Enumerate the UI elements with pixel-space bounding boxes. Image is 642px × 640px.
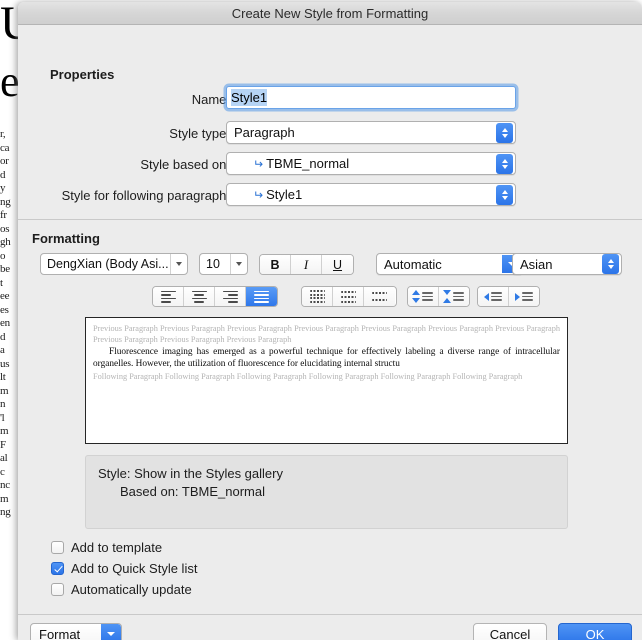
chevron-down-icon[interactable]: [230, 254, 247, 274]
add-to-template-row[interactable]: Add to template: [51, 540, 162, 555]
decrease-indent-button[interactable]: [478, 287, 509, 306]
style-name-value: Style1: [231, 89, 268, 106]
style-based-on-value: TBME_normal: [266, 156, 350, 171]
line-spacing-single-button[interactable]: [302, 287, 333, 306]
paragraph-spacing-group: [407, 286, 470, 307]
format-menu-button[interactable]: Format: [30, 623, 122, 640]
decrease-paragraph-spacing-icon: [412, 290, 434, 303]
paragraph-return-icon: ↵: [253, 156, 264, 171]
cancel-label: Cancel: [489, 626, 531, 640]
style-preview-box: Previous Paragraph Previous Paragraph Pr…: [85, 317, 568, 444]
properties-heading: Properties: [50, 67, 115, 82]
add-to-template-checkbox[interactable]: [51, 541, 64, 554]
align-right-button[interactable]: [215, 287, 246, 306]
style-name-input[interactable]: Style1: [226, 86, 516, 109]
style-following-select[interactable]: ↵ Style1: [226, 183, 516, 206]
chevron-updown-icon[interactable]: [496, 122, 513, 143]
automatically-update-row[interactable]: Automatically update: [51, 582, 192, 597]
line-spacing-1-5-icon: [340, 290, 356, 303]
dialog-titlebar: Create New Style from Formatting: [18, 2, 642, 25]
font-size-value: 10: [206, 257, 220, 271]
align-center-icon: [191, 290, 207, 303]
decrease-indent-icon: [483, 292, 502, 301]
font-size-select[interactable]: 10: [199, 253, 248, 275]
line-spacing-double-button[interactable]: [364, 287, 395, 306]
preview-following-paragraph: Following Paragraph Following Paragraph …: [93, 372, 523, 381]
add-to-template-label: Add to template: [71, 540, 163, 555]
name-label: Name:: [191, 92, 230, 107]
style-type-value: Paragraph: [234, 125, 295, 140]
style-type-select[interactable]: Paragraph: [226, 121, 516, 144]
add-to-quick-style-list-label: Add to Quick Style list: [71, 561, 198, 576]
style-following-value: Style1: [266, 187, 303, 202]
align-center-button[interactable]: [184, 287, 215, 306]
section-divider-1: [18, 219, 642, 220]
create-new-style-dialog: Create New Style from Formatting Propert…: [18, 2, 642, 640]
increase-indent-button[interactable]: [508, 287, 539, 306]
font-family-select[interactable]: DengXian (Body Asi...: [40, 253, 188, 275]
style-type-label: Style type:: [169, 126, 230, 141]
description-line-style: Style: Show in the Styles gallery: [98, 466, 283, 481]
script-type-select[interactable]: Asian: [512, 253, 622, 275]
paragraph-return-icon: ↵: [253, 187, 264, 202]
align-left-icon: [160, 290, 176, 303]
font-family-value: DengXian (Body Asi...: [47, 257, 169, 271]
style-description-box: Style: Show in the Styles gallery Based …: [85, 455, 568, 529]
preview-previous-paragraph: Previous Paragraph Previous Paragraph Pr…: [93, 324, 560, 344]
chevron-down-icon[interactable]: [170, 254, 187, 274]
dialog-body: Properties Name: Style1 Style type: Para…: [18, 25, 642, 640]
font-color-value: Automatic: [384, 256, 442, 272]
decrease-paragraph-spacing-button[interactable]: [408, 287, 439, 306]
increase-indent-icon: [514, 292, 533, 301]
ok-label: OK: [585, 626, 605, 640]
italic-button[interactable]: I: [291, 255, 322, 274]
line-spacing-1-5-button[interactable]: [333, 287, 364, 306]
line-spacing-single-icon: [309, 290, 325, 303]
script-type-value: Asian: [520, 256, 553, 272]
dialog-title: Create New Style from Formatting: [231, 5, 429, 21]
preview-sample-text: Fluorescence imaging has emerged as a po…: [93, 347, 560, 369]
chevron-updown-icon[interactable]: [496, 184, 513, 205]
automatically-update-checkbox[interactable]: [51, 583, 64, 596]
increase-paragraph-spacing-button[interactable]: [438, 287, 469, 306]
style-following-label: Style for following paragraph:: [61, 188, 230, 203]
chevron-updown-icon[interactable]: [496, 153, 513, 174]
style-based-on-label: Style based on:: [140, 157, 230, 172]
align-right-icon: [222, 290, 238, 303]
font-color-select[interactable]: Automatic: [376, 253, 523, 275]
line-spacing-group: [301, 286, 397, 307]
add-to-quick-style-list-row[interactable]: Add to Quick Style list: [51, 561, 197, 576]
formatting-heading: Formatting: [32, 231, 100, 246]
underline-button[interactable]: U: [322, 255, 353, 274]
chevron-down-icon[interactable]: [101, 624, 121, 640]
description-line-based-on: Based on: TBME_normal: [120, 484, 265, 499]
align-justify-button[interactable]: [246, 287, 277, 306]
ok-button[interactable]: OK: [558, 623, 632, 640]
bold-button[interactable]: B: [260, 255, 291, 274]
cancel-button[interactable]: Cancel: [473, 623, 547, 640]
add-to-quick-style-list-checkbox[interactable]: [51, 562, 64, 575]
chevron-updown-icon[interactable]: [602, 254, 619, 274]
section-divider-2: [18, 614, 642, 615]
alignment-group: [152, 286, 278, 307]
line-spacing-double-icon: [372, 292, 387, 301]
align-left-button[interactable]: [153, 287, 184, 306]
increase-paragraph-spacing-icon: [443, 290, 465, 303]
automatically-update-label: Automatically update: [71, 582, 192, 597]
indent-group: [477, 286, 540, 307]
style-based-on-select[interactable]: ↵ TBME_normal: [226, 152, 516, 175]
align-justify-icon: [254, 290, 269, 303]
font-style-group: B I U: [259, 254, 354, 275]
